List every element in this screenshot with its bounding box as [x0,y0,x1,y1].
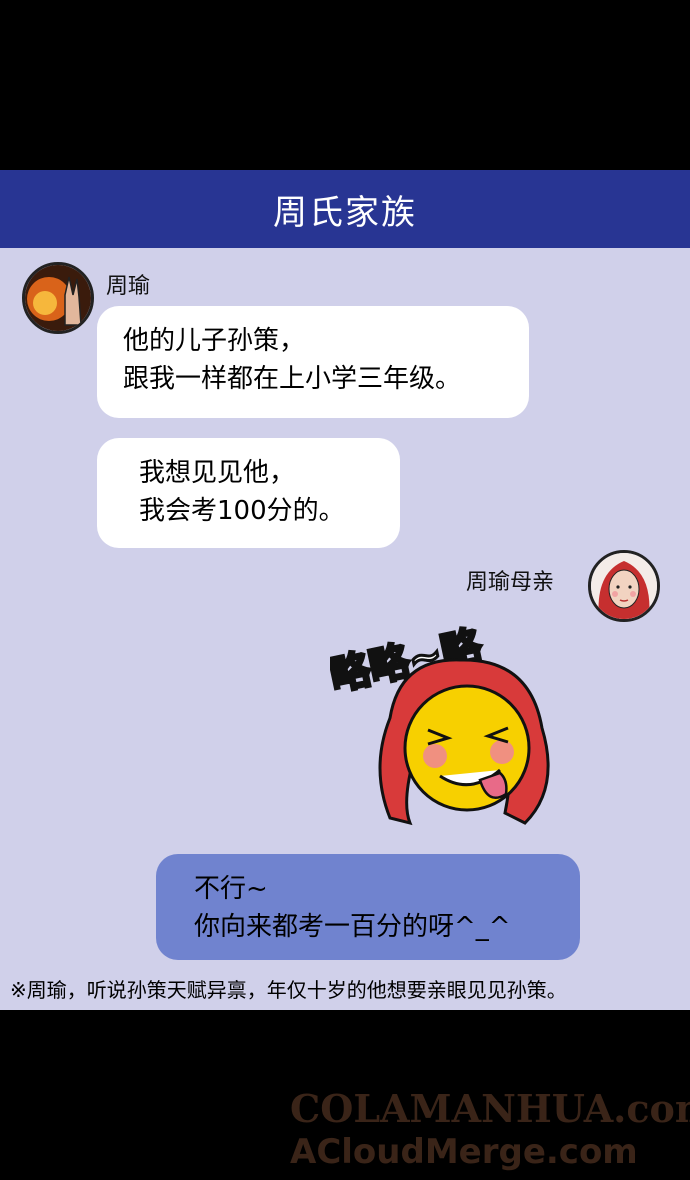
watermark-colamanhua: COLAMANHUA.com [290,1086,690,1131]
mother-name: 周瑜母亲 [466,570,555,595]
message-line: 你向来都考一百分的呀^_^ [194,912,511,942]
footnote: ※周瑜，听说孙策天赋异禀，年仅十岁的他想要亲眼见见孙策。 [10,978,567,1002]
message-line: 跟我一样都在上小学三年级。 [123,364,462,394]
message-bubble: 我想见见他， 我会考100分的。 [97,438,400,548]
message-line: 我想见见他， [139,458,296,488]
tongue-emoji-sticker: 略略~略 [324,618,580,840]
chat-title: 周氏家族 [0,170,690,248]
reply-bubble: 不行~ 你向来都考一百分的呀^_^ [156,854,580,960]
zhouyu-avatar[interactable] [22,262,94,334]
zhouyu-name: 周瑜 [106,274,151,299]
chat-panel: 周氏家族 周瑜 他的儿子孙策， 跟我一样都在上小学三年级。 我想见见他， 我会考… [0,170,690,1010]
message-line: 他的儿子孙策， [123,326,306,356]
message-line: 不行~ [194,874,268,904]
mother-avatar[interactable] [588,550,660,622]
watermark-acloudmerge: ACloudMerge.com [290,1132,638,1172]
message-line: 我会考100分的。 [139,496,345,526]
message-bubble: 他的儿子孙策， 跟我一样都在上小学三年级。 [97,306,529,418]
